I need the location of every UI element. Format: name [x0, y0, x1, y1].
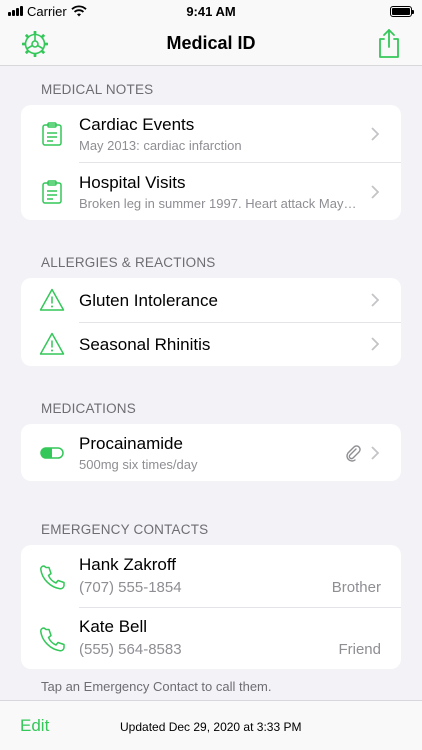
clipboard-icon: [42, 180, 62, 204]
row-title: Cardiac Events: [79, 115, 195, 134]
chevron-right-icon: [371, 127, 379, 141]
contact-row-hank-zakroff[interactable]: Hank Zakroff (707) 555-1854 Brother: [21, 545, 401, 607]
contact-row-kate-bell[interactable]: Kate Bell (555) 564-8583 Friend: [21, 607, 401, 669]
status-left: Carrier: [8, 4, 87, 19]
paperclip-icon[interactable]: [345, 444, 361, 462]
row-title: Procainamide: [79, 434, 183, 453]
phone-icon: [40, 565, 65, 590]
pill-icon: [40, 447, 64, 459]
edit-button[interactable]: Edit: [20, 716, 49, 736]
row-subtitle: May 2013: cardiac infarction: [79, 138, 242, 153]
gear-icon[interactable]: [20, 29, 50, 59]
section-header-medications: MEDICATIONS: [41, 401, 136, 416]
section-header-allergies: ALLERGIES & REACTIONS: [41, 255, 216, 270]
share-icon[interactable]: [376, 27, 402, 59]
medical-notes-card: Cardiac Events May 2013: cardiac infarct…: [21, 105, 401, 220]
warning-icon: [39, 332, 65, 355]
contact-relation: Friend: [338, 641, 381, 658]
signal-icon: [8, 6, 23, 16]
row-title: Hospital Visits: [79, 173, 186, 192]
row-subtitle: Broken leg in summer 1997. Heart attack …: [79, 196, 357, 211]
contact-phone: (555) 564-8583: [79, 641, 182, 658]
bottom-toolbar: Edit Updated Dec 29, 2020 at 3:33 PM: [0, 700, 422, 750]
contact-phone: (707) 555-1854: [79, 579, 182, 596]
updated-timestamp: Updated Dec 29, 2020 at 3:33 PM: [120, 720, 302, 734]
page-title: Medical ID: [166, 33, 256, 53]
row-subtitle: 500mg six times/day: [79, 457, 198, 472]
list-item-procainamide[interactable]: Procainamide 500mg six times/day: [21, 424, 401, 481]
emergency-contacts-card: Hank Zakroff (707) 555-1854 Brother Kate…: [21, 545, 401, 669]
emergency-contacts-footer: Tap an Emergency Contact to call them.: [41, 679, 272, 694]
chevron-right-icon: [371, 185, 379, 199]
list-item-gluten-intolerance[interactable]: Gluten Intolerance: [21, 278, 401, 322]
battery-icon: [390, 5, 414, 17]
chevron-right-icon: [371, 446, 379, 460]
clipboard-icon: [42, 122, 62, 146]
list-item-hospital-visits[interactable]: Hospital Visits Broken leg in summer 199…: [21, 163, 401, 220]
nav-bar: Medical ID: [0, 22, 422, 66]
list-item-cardiac-events[interactable]: Cardiac Events May 2013: cardiac infarct…: [21, 105, 401, 163]
warning-icon: [39, 288, 65, 311]
row-title: Seasonal Rhinitis: [79, 335, 211, 354]
contact-name: Kate Bell: [79, 617, 148, 636]
contact-name: Hank Zakroff: [79, 555, 177, 574]
wifi-icon: [71, 5, 87, 17]
chevron-right-icon: [371, 337, 379, 351]
section-header-emergency-contacts: EMERGENCY CONTACTS: [41, 522, 209, 537]
section-header-medical-notes: MEDICAL NOTES: [41, 82, 154, 97]
allergies-card: Gluten Intolerance Seasonal Rhinitis: [21, 278, 401, 366]
row-title: Gluten Intolerance: [79, 291, 218, 310]
medications-card: Procainamide 500mg six times/day: [21, 424, 401, 481]
chevron-right-icon: [371, 293, 379, 307]
list-item-seasonal-rhinitis[interactable]: Seasonal Rhinitis: [21, 322, 401, 366]
status-bar: Carrier 9:41 AM: [0, 0, 422, 22]
phone-icon: [40, 627, 65, 652]
carrier-label: Carrier: [27, 3, 67, 19]
contact-relation: Brother: [331, 579, 381, 596]
